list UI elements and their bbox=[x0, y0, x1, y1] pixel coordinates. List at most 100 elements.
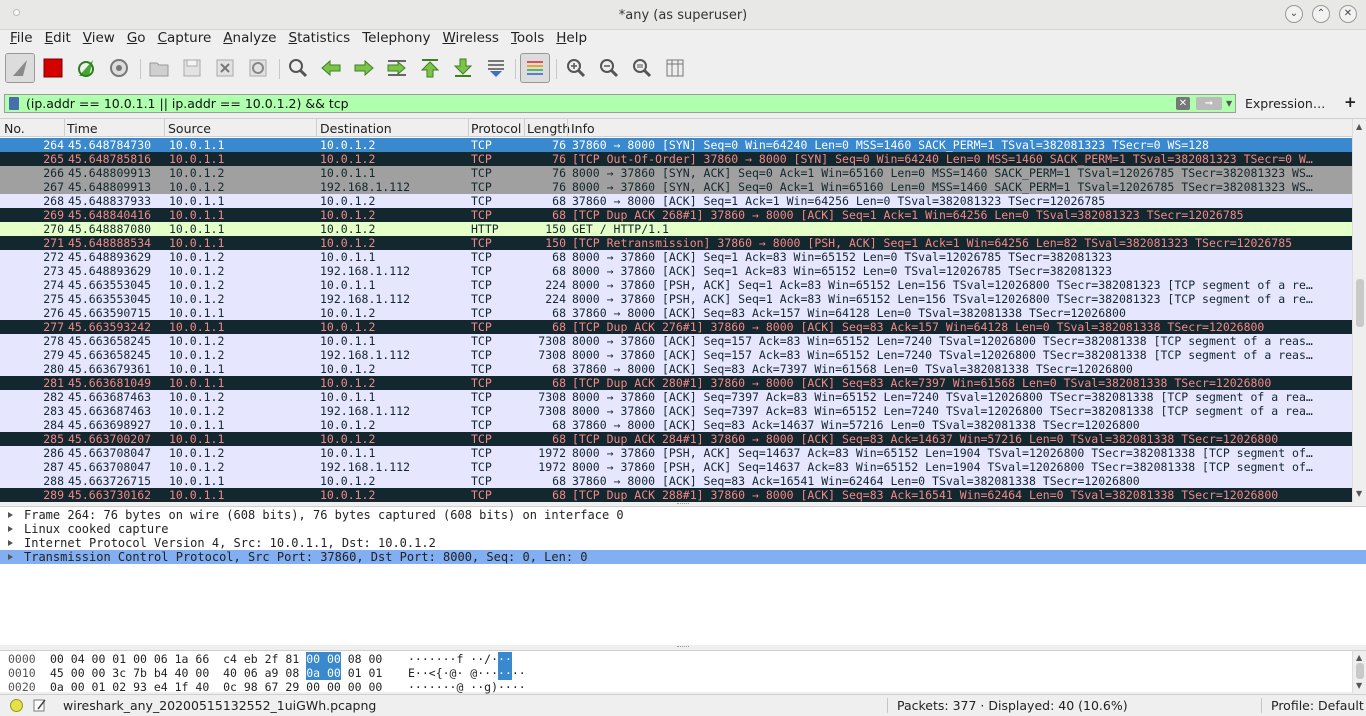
menu-item[interactable]: Go bbox=[121, 30, 152, 50]
zoom-out-icon[interactable] bbox=[594, 53, 624, 83]
ascii-dump[interactable]: ·······f ··/··· bbox=[408, 652, 512, 666]
packet-row[interactable]: 280 45.663679361 10.0.1.1 10.0.1.2 TCP 68 3786… bbox=[0, 362, 1352, 376]
packet-row[interactable]: 285 45.663700207 10.0.1.1 10.0.1.2 TCP 68 [TCP… bbox=[0, 432, 1352, 446]
column-header-no[interactable]: No. bbox=[4, 121, 25, 136]
menu-item[interactable]: Wireless bbox=[436, 30, 505, 50]
minimize-icon[interactable]: ⌄ bbox=[1285, 5, 1303, 23]
packet-row[interactable]: 266 45.648809913 10.0.1.2 10.0.1.1 TCP 76 8000… bbox=[0, 166, 1352, 180]
packet-cell-no: 272 bbox=[43, 250, 64, 264]
packet-row[interactable]: 265 45.648785816 10.0.1.1 10.0.1.2 TCP 76 [TCP… bbox=[0, 152, 1352, 166]
packet-row[interactable]: 284 45.663698927 10.0.1.1 10.0.1.2 TCP 68 3786… bbox=[0, 418, 1352, 432]
apply-filter-icon[interactable]: ➞ bbox=[1196, 97, 1222, 110]
menu-item[interactable]: Tools bbox=[505, 30, 550, 50]
expand-arrow-icon[interactable] bbox=[8, 512, 13, 518]
packet-row[interactable]: 273 45.648893629 10.0.1.2 192.168.1.112 TCP 6… bbox=[0, 264, 1352, 278]
packet-row[interactable]: 267 45.648809913 10.0.1.2 192.168.1.112 TCP 7… bbox=[0, 180, 1352, 194]
column-header-length[interactable]: Length bbox=[527, 121, 570, 136]
menu-item[interactable]: File bbox=[4, 30, 39, 50]
expand-arrow-icon[interactable] bbox=[8, 554, 13, 560]
packet-cell-len: 68 bbox=[552, 194, 566, 208]
resize-columns-icon[interactable] bbox=[660, 53, 690, 83]
bytes-scrollbar[interactable]: ▲ ▼ bbox=[1352, 651, 1366, 693]
capture-options-icon[interactable] bbox=[104, 53, 134, 83]
restart-capture-icon[interactable] bbox=[71, 53, 101, 83]
autoscroll-icon[interactable] bbox=[481, 53, 511, 83]
packet-row[interactable]: 269 45.648840416 10.0.1.1 10.0.1.2 TCP 68 [TCP… bbox=[0, 208, 1352, 222]
expand-arrow-icon[interactable] bbox=[8, 540, 13, 546]
go-back-icon[interactable] bbox=[316, 53, 346, 83]
menu-item[interactable]: Statistics bbox=[282, 30, 356, 50]
packet-row[interactable]: 276 45.663590715 10.0.1.1 10.0.1.2 TCP 68 3786… bbox=[0, 306, 1352, 320]
clear-filter-icon[interactable]: ✕ bbox=[1176, 97, 1190, 110]
bookmark-icon[interactable] bbox=[9, 97, 19, 110]
packet-row[interactable]: 288 45.663726715 10.0.1.1 10.0.1.2 TCP 68 3786… bbox=[0, 474, 1352, 488]
column-header-time[interactable]: Time bbox=[67, 121, 98, 136]
packet-row[interactable]: 286 45.663708047 10.0.1.2 10.0.1.1 TCP 1972 80… bbox=[0, 446, 1352, 460]
column-header-source[interactable]: Source bbox=[168, 121, 211, 136]
capture-comment-icon[interactable] bbox=[33, 698, 47, 712]
display-filter-input[interactable]: (ip.addr == 10.0.1.1 || ip.addr == 10.0.… bbox=[4, 94, 1236, 113]
menu-item[interactable]: Telephony bbox=[356, 30, 436, 50]
profile-switcher[interactable]: Profile: Default bbox=[1271, 698, 1364, 713]
menu-item[interactable]: Analyze bbox=[217, 30, 282, 50]
close-file-icon[interactable] bbox=[210, 53, 240, 83]
expert-info-icon[interactable] bbox=[10, 699, 23, 712]
packet-row[interactable]: 264 45.648784730 10.0.1.1 10.0.1.2 TCP 76 3786… bbox=[0, 138, 1352, 152]
packet-row[interactable]: 268 45.648837933 10.0.1.1 10.0.1.2 TCP 68 3786… bbox=[0, 194, 1352, 208]
detail-tree-item[interactable]: Linux cooked capture bbox=[0, 522, 1366, 536]
open-file-icon[interactable] bbox=[144, 53, 174, 83]
first-packet-icon[interactable] bbox=[415, 53, 445, 83]
expand-arrow-icon[interactable] bbox=[8, 526, 13, 532]
go-to-packet-icon[interactable] bbox=[382, 53, 412, 83]
add-filter-button[interactable]: + bbox=[1344, 93, 1357, 111]
menu-item[interactable]: Edit bbox=[39, 30, 77, 50]
hex-dump[interactable]: 00 04 00 01 00 06 1a 66 c4 eb 2f 81 00 0… bbox=[50, 652, 382, 666]
hex-dump[interactable]: 0a 00 01 02 93 e4 1f 40 0c 98 67 29 00 0… bbox=[50, 680, 382, 694]
maximize-icon[interactable]: ⌃ bbox=[1312, 5, 1330, 23]
detail-tree-item[interactable]: Internet Protocol Version 4, Src: 10.0.1… bbox=[0, 536, 1366, 550]
zoom-in-icon[interactable] bbox=[561, 53, 591, 83]
find-packet-icon[interactable] bbox=[283, 53, 313, 83]
column-header-destination[interactable]: Destination bbox=[320, 121, 392, 136]
go-forward-icon[interactable] bbox=[349, 53, 379, 83]
packet-cell-len: 68 bbox=[552, 362, 566, 376]
packet-row[interactable]: 277 45.663593242 10.0.1.1 10.0.1.2 TCP 68 [TCP… bbox=[0, 320, 1352, 334]
detail-tree-item[interactable]: Transmission Control Protocol, Src Port:… bbox=[0, 550, 1366, 564]
column-header-info[interactable]: Info bbox=[571, 121, 595, 136]
save-file-icon[interactable] bbox=[177, 53, 207, 83]
packet-row[interactable]: 282 45.663687463 10.0.1.2 10.0.1.1 TCP 7308 80… bbox=[0, 390, 1352, 404]
detail-tree-item[interactable]: Frame 264: 76 bytes on wire (608 bits), … bbox=[0, 508, 1366, 522]
packet-row[interactable]: 289 45.663730162 10.0.1.1 10.0.1.2 TCP 68 [TCP… bbox=[0, 488, 1352, 502]
hex-dump[interactable]: 45 00 00 3c 7b b4 40 00 40 06 a9 08 0a 0… bbox=[50, 666, 382, 680]
packet-row[interactable]: 283 45.663687463 10.0.1.2 192.168.1.112 TCP 7… bbox=[0, 404, 1352, 418]
shark-fin-start-icon[interactable] bbox=[5, 53, 35, 83]
packet-row[interactable]: 281 45.663681049 10.0.1.1 10.0.1.2 TCP 68 [TCP… bbox=[0, 376, 1352, 390]
packet-cell-info: 8000 → 37860 [PSH, ACK] Seq=1 Ack=83 Win… bbox=[572, 278, 1313, 292]
ascii-dump[interactable]: E··<{·@· @······· bbox=[408, 666, 526, 680]
filter-history-chevron-down-icon[interactable]: ▼ bbox=[1226, 99, 1232, 108]
packet-row[interactable]: 274 45.663553045 10.0.1.2 10.0.1.1 TCP 224 800… bbox=[0, 278, 1352, 292]
packet-cell-dst: 192.168.1.112 bbox=[320, 264, 411, 278]
last-packet-icon[interactable] bbox=[448, 53, 478, 83]
packet-cell-time: 45.663658245 bbox=[68, 348, 152, 362]
ascii-dump[interactable]: ·······@ ··g)···· bbox=[408, 680, 526, 694]
filter-text[interactable]: (ip.addr == 10.0.1.1 || ip.addr == 10.0.… bbox=[26, 96, 349, 111]
packet-row[interactable]: 275 45.663553045 10.0.1.2 192.168.1.112 TCP 2… bbox=[0, 292, 1352, 306]
expression-button[interactable]: Expression… bbox=[1245, 96, 1325, 111]
packet-row[interactable]: 287 45.663708047 10.0.1.2 192.168.1.112 TCP 1… bbox=[0, 460, 1352, 474]
column-header-protocol[interactable]: Protocol bbox=[471, 121, 521, 136]
close-icon[interactable]: ✕ bbox=[1339, 5, 1357, 23]
packet-row[interactable]: 271 45.648888534 10.0.1.1 10.0.1.2 TCP 150 [TC… bbox=[0, 236, 1352, 250]
menu-item[interactable]: View bbox=[77, 30, 121, 50]
stop-capture-icon[interactable] bbox=[38, 53, 68, 83]
packet-row[interactable]: 270 45.648887080 10.0.1.1 10.0.1.2 HTTP 150 GE… bbox=[0, 222, 1352, 236]
packet-row[interactable]: 279 45.663658245 10.0.1.2 192.168.1.112 TCP 7… bbox=[0, 348, 1352, 362]
packet-row[interactable]: 278 45.663658245 10.0.1.2 10.0.1.1 TCP 7308 80… bbox=[0, 334, 1352, 348]
colorize-icon[interactable] bbox=[520, 53, 550, 83]
packet-row[interactable]: 272 45.648893629 10.0.1.2 10.0.1.1 TCP 68 8000… bbox=[0, 250, 1352, 264]
menu-item[interactable]: Capture bbox=[152, 30, 218, 50]
packet-list-scrollbar[interactable]: ▲ ▼ bbox=[1352, 119, 1366, 502]
reload-file-icon[interactable] bbox=[243, 53, 273, 83]
menu-item[interactable]: Help bbox=[550, 30, 593, 50]
normal-size-icon[interactable] bbox=[627, 53, 657, 83]
